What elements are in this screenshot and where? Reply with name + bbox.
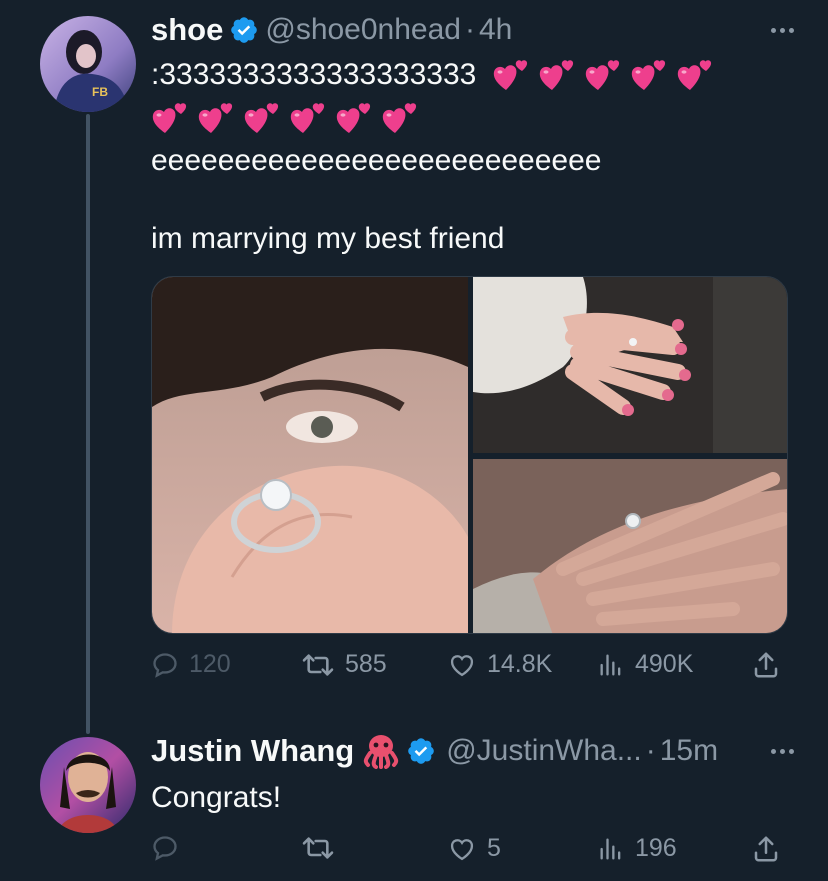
analytics-icon (600, 654, 621, 675)
revolving-hearts-icon (198, 103, 233, 133)
reply-like-button[interactable]: 5 (447, 834, 501, 863)
retweet-button[interactable]: 585 (301, 650, 387, 679)
reply-icon (153, 836, 177, 861)
tweet-emoji-line2 (151, 100, 419, 136)
avatar-shoe[interactable]: FB (40, 16, 136, 112)
username-handle[interactable]: @shoe0nhead (265, 13, 461, 47)
revolving-hearts-icon (632, 60, 666, 90)
retweet-count: 585 (345, 650, 387, 678)
reply-button[interactable]: 120 (151, 650, 231, 679)
photo-hand-ring[interactable] (473, 459, 787, 633)
like-button[interactable]: 14.8K (447, 650, 552, 679)
revolving-hearts-emoji-row1 (492, 57, 714, 93)
separator-dot: · (464, 13, 475, 46)
avatar-justin-whang[interactable] (40, 737, 136, 833)
tweet-text-line4: im marrying my best friend (151, 222, 505, 255)
analytics-icon (600, 838, 621, 859)
retweet-icon (302, 653, 334, 676)
share-button[interactable] (751, 650, 781, 680)
revolving-hearts-icon (244, 103, 279, 133)
tweet-text-line3: eeeeeeeeeeeeeeeeeeeeeeeeeee (151, 144, 602, 177)
revolving-hearts-icon (494, 60, 528, 90)
tweet-text-line1: :3333333333333333333 (151, 54, 714, 96)
heart-icon (450, 838, 474, 860)
heart-icon (450, 654, 474, 676)
reply-header: Justin Whang @JustinWha... · 15m (151, 731, 718, 771)
revolving-hearts-icon (290, 103, 325, 133)
reply-timestamp[interactable]: 15m (660, 734, 718, 768)
tweet-text-numbers: :3333333333333333333 (151, 58, 477, 91)
reply-retweet-button[interactable] (301, 834, 335, 862)
reply-icon (153, 652, 177, 678)
views-button[interactable]: 490K (597, 650, 693, 679)
share-icon (754, 836, 778, 862)
revolving-hearts-icon (540, 60, 574, 90)
display-name[interactable]: shoe (151, 12, 223, 48)
like-count: 14.8K (487, 650, 553, 678)
revolving-hearts-icon (152, 103, 187, 133)
reply-share-button[interactable] (751, 834, 781, 864)
tweet-action-bar: 120 585 14.8K 490K (151, 650, 791, 690)
tweet-header: shoe @shoe0nhead · 4h (151, 10, 512, 50)
retweet-icon (302, 837, 334, 859)
reply-views-count: 196 (635, 834, 677, 862)
timestamp[interactable]: 4h (479, 13, 512, 47)
reply-reply-button[interactable] (151, 834, 179, 862)
reply-text: Congrats! (151, 781, 282, 814)
reply-verified-badge-icon (406, 736, 436, 766)
revolving-hearts-icon (336, 103, 371, 133)
verified-badge-icon (229, 15, 259, 45)
revolving-hearts-icon (678, 60, 712, 90)
octopus-emoji-icon (362, 733, 400, 769)
revolving-hearts-icon (586, 60, 620, 90)
share-icon (754, 652, 778, 678)
reply-action-bar: 5 196 (151, 834, 791, 874)
media-grid (151, 276, 788, 634)
reply-more-options-icon[interactable] (771, 731, 794, 771)
thread-connector-line (86, 114, 90, 734)
photo-hand-pink-nails[interactable] (473, 277, 787, 453)
reply-display-name[interactable]: Justin Whang (151, 733, 354, 769)
photo-ring-closeup[interactable] (152, 277, 468, 633)
reply-separator-dot: · (645, 734, 656, 767)
reply-count: 120 (189, 650, 231, 678)
revolving-hearts-emoji-row2 (151, 100, 419, 136)
reply-like-count: 5 (487, 834, 501, 862)
views-count: 490K (635, 650, 694, 678)
more-options-icon[interactable] (771, 10, 794, 50)
svg-text:FB: FB (92, 85, 108, 99)
reply-views-button[interactable]: 196 (597, 834, 677, 863)
reply-username-handle[interactable]: @JustinWha... (446, 734, 642, 768)
revolving-hearts-icon (382, 103, 417, 133)
